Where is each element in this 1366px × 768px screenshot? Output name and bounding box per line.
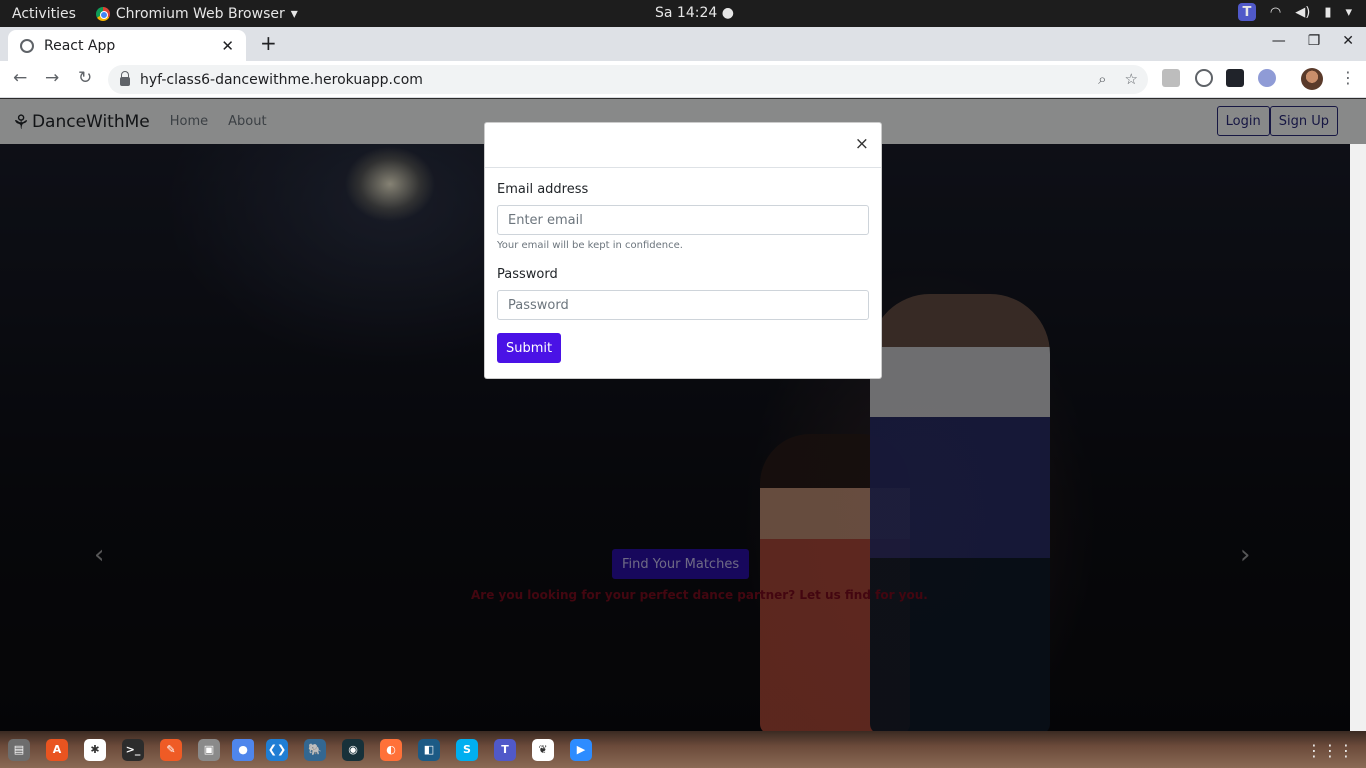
back-button[interactable]: ← (13, 68, 27, 88)
battery-icon[interactable]: ▮ (1324, 5, 1331, 20)
password-field[interactable] (497, 290, 869, 320)
extension-icon[interactable] (1162, 69, 1180, 87)
app-menu[interactable]: Chromium Web Browser ▾ (95, 5, 298, 22)
activities-button[interactable]: Activities (0, 6, 88, 22)
close-tab-icon[interactable]: ✕ (221, 37, 234, 55)
new-tab-button[interactable]: + (260, 31, 277, 55)
zoom-icon[interactable]: ▶ (570, 738, 592, 761)
email-label: Email address (497, 182, 589, 197)
chromium-icon (95, 6, 110, 21)
tab-strip: React App ✕ + — ❐ ✕ (0, 27, 1366, 61)
password-label: Password (497, 267, 558, 282)
close-icon[interactable]: × (855, 136, 869, 153)
terminal-icon[interactable]: >_ (122, 738, 144, 761)
page-viewport: ⚘ DanceWithMe Home About Login Sign Up ‹… (0, 99, 1366, 731)
email-field[interactable] (497, 205, 869, 235)
show-apps-icon[interactable]: ⋮⋮⋮ (1306, 741, 1354, 760)
printer-icon[interactable]: ▣ (198, 738, 220, 761)
vscode-icon[interactable]: ❮❯ (266, 738, 288, 761)
minimize-button[interactable]: — (1272, 33, 1286, 49)
dock: ▤ A ✱ >_ ✎ ▣ ● ❮❯ 🐘 ◉ ◐ ◧ S T ❦ ▶ ⋮⋮⋮ (0, 731, 1366, 768)
bookmark-star-icon[interactable]: ☆ (1125, 70, 1138, 88)
scrollbar[interactable] (1350, 144, 1366, 731)
teams-tray-icon[interactable]: T (1237, 3, 1256, 21)
volume-icon[interactable]: ◀) (1295, 5, 1310, 20)
browser-toolbar: ← → ↻ hyf-class6-dancewithme.herokuapp.c… (0, 61, 1366, 98)
slack-icon[interactable]: ✱ (84, 738, 106, 761)
close-window-button[interactable]: ✕ (1342, 33, 1354, 49)
extension-icon[interactable] (1195, 69, 1213, 87)
url-text[interactable]: hyf-class6-dancewithme.herokuapp.com (140, 72, 423, 88)
login-modal: × Email address Your email will be kept … (484, 122, 882, 379)
forward-button[interactable]: → (45, 68, 59, 88)
software-icon[interactable]: A (46, 738, 68, 761)
lock-icon[interactable] (120, 71, 130, 86)
mongodb-icon[interactable]: ❦ (532, 738, 554, 761)
zoom-icon[interactable]: ⌕ (1098, 70, 1106, 88)
app-menu-label: Chromium Web Browser (115, 5, 285, 22)
tab-react-app[interactable]: React App ✕ (8, 30, 246, 61)
maximize-button[interactable]: ❐ (1308, 33, 1321, 49)
submit-button[interactable]: Submit (497, 333, 562, 363)
reload-button[interactable]: ↻ (78, 68, 92, 88)
address-bar[interactable]: hyf-class6-dancewithme.herokuapp.com ⌕ ☆ (108, 65, 1148, 94)
clock[interactable]: Sa 14:24 ● (655, 5, 734, 21)
system-top-bar: Activities Chromium Web Browser ▾ Sa 14:… (0, 0, 1366, 27)
modal-body: Email address Your email will be kept in… (485, 168, 881, 363)
browser-menu-icon[interactable]: ⋮ (1340, 68, 1356, 87)
modal-header: × (485, 123, 881, 168)
teams-icon[interactable]: T (494, 738, 516, 761)
chevron-down-icon: ▾ (290, 5, 298, 22)
gitkraken-icon[interactable]: ◉ (342, 738, 364, 761)
profile-avatar[interactable] (1301, 68, 1323, 90)
extension-icon[interactable] (1258, 69, 1276, 87)
mysql-workbench-icon[interactable]: ◧ (418, 738, 440, 761)
firefox-icon[interactable]: ◐ (380, 738, 402, 761)
postman-icon[interactable]: ✎ (160, 738, 182, 761)
skype-icon[interactable]: S (456, 738, 478, 761)
wifi-icon[interactable]: ◠ (1270, 5, 1281, 20)
chromium-icon[interactable]: ● (232, 738, 254, 761)
postgres-icon[interactable]: 🐘 (304, 738, 326, 761)
globe-icon (20, 38, 34, 53)
react-devtools-icon[interactable] (1226, 69, 1244, 87)
system-tray[interactable]: T ◠ ◀) ▮ ▾ (1237, 3, 1352, 21)
window-controls: — ❐ ✕ (1272, 33, 1354, 49)
email-help-text: Your email will be kept in confidence. (497, 240, 683, 251)
files-icon[interactable]: ▤ (8, 738, 30, 761)
tab-title: React App (44, 37, 116, 54)
chevron-down-icon[interactable]: ▾ (1345, 5, 1352, 20)
